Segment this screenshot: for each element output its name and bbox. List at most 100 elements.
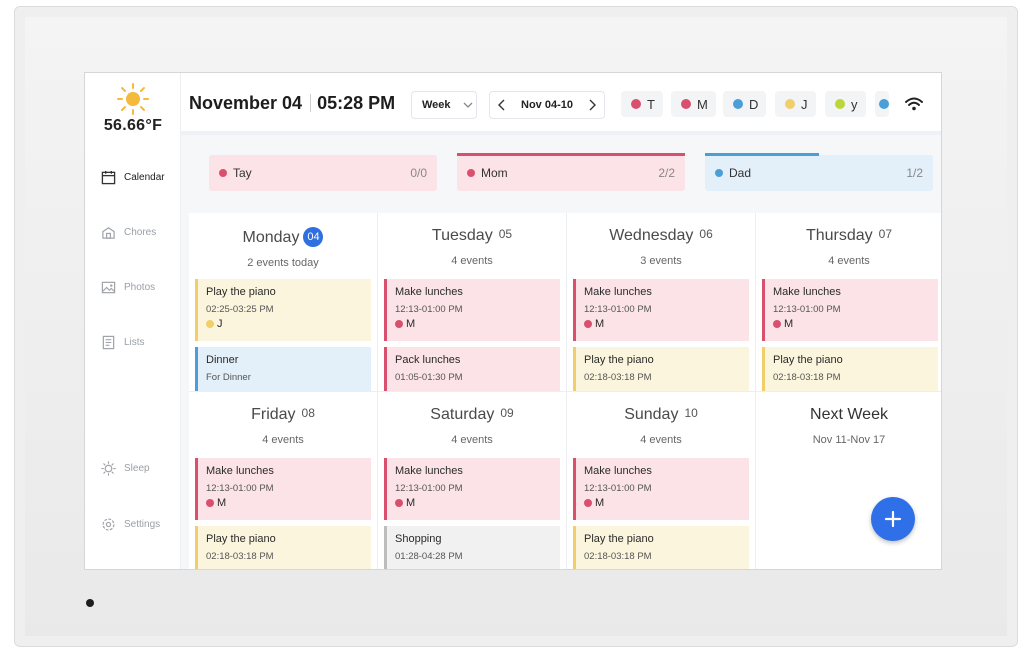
member-color-dot: [715, 169, 723, 177]
member-summary-tay[interactable]: Tay 0/0: [209, 155, 437, 191]
member-filter-t[interactable]: T: [621, 91, 663, 117]
day-name: Monday: [242, 229, 300, 246]
sidebar-item-label: Calendar: [124, 171, 165, 183]
sidebar-item-lists[interactable]: Lists: [93, 325, 175, 359]
gear-icon: [102, 517, 115, 531]
day-column-wednesday[interactable]: Wednesday 06 3 events Make lunches 12:13-…: [567, 213, 756, 392]
member-initial: T: [647, 96, 655, 112]
event-member: M: [217, 497, 227, 509]
event-title: Play the piano: [584, 354, 654, 366]
member-initial: y: [851, 96, 858, 112]
day-column-saturday[interactable]: Saturday 09 4 events Make lunches 12:13-0…: [378, 392, 567, 569]
event-time: 02:18-03:18 PM: [584, 372, 652, 383]
event-card[interactable]: Play the piano 02:25-03:25 PM J: [195, 279, 371, 341]
event-time: 12:13-01:00 PM: [584, 483, 652, 494]
view-select[interactable]: Week: [411, 91, 477, 119]
day-column-sunday[interactable]: Sunday 10 4 events Make lunches 12:13-01:…: [567, 392, 756, 569]
day-number: 09: [500, 406, 514, 420]
day-column-tuesday[interactable]: Tuesday 05 4 events Make lunches 12:13-01…: [378, 213, 567, 392]
member-filter-j[interactable]: J: [775, 91, 816, 117]
member-color-dot: [835, 99, 845, 109]
event-time: 02:18-03:18 PM: [206, 551, 274, 562]
sidebar-item-sleep[interactable]: Sleep: [93, 451, 175, 485]
progress-bar: [457, 153, 685, 156]
event-time: 01:28-04:28 PM: [395, 551, 463, 562]
sidebar-item-calendar[interactable]: Calendar: [93, 160, 175, 194]
sidebar: 56.66°F Calendar Chores Photos Lists Sle…: [85, 73, 181, 569]
event-card[interactable]: Make lunches 12:13-01:00 PM M: [573, 279, 749, 341]
member-initial: J: [801, 96, 808, 112]
member-color-dot: [467, 169, 475, 177]
sidebar-item-photos[interactable]: Photos: [93, 270, 175, 304]
event-note: For Dinner: [206, 372, 251, 383]
event-card[interactable]: Make lunches 12:13-01:00 PM M: [762, 279, 938, 341]
temperature: 56.66°F: [103, 117, 163, 134]
member-filter-d[interactable]: D: [723, 91, 767, 117]
member-summary-mom[interactable]: Mom 2/2: [457, 153, 685, 191]
chores-icon: [102, 226, 115, 239]
next-week-panel[interactable]: Next Week Nov 11-Nov 17: [756, 392, 941, 569]
event-card[interactable]: Play the piano 02:18-03:18 PM: [573, 347, 749, 391]
event-card[interactable]: Make lunches 12:13-01:00 PM M: [573, 458, 749, 520]
photos-icon: [101, 281, 116, 293]
event-member: M: [406, 497, 416, 509]
event-card[interactable]: Play the piano 02:18-03:18 PM: [762, 347, 938, 391]
event-title: Make lunches: [206, 465, 274, 477]
member-progress: 2/2: [658, 166, 675, 180]
sidebar-item-chores[interactable]: Chores: [93, 215, 175, 249]
day-number: 07: [878, 227, 893, 241]
day-column-thursday[interactable]: Thursday 07 4 events Make lunches 12:13-0…: [756, 213, 941, 392]
event-title: Make lunches: [584, 465, 652, 477]
event-member: J: [217, 318, 223, 330]
event-title: Make lunches: [773, 286, 841, 298]
member-filter-y[interactable]: y: [825, 91, 866, 117]
current-time: 05:28 PM: [317, 93, 396, 113]
event-card[interactable]: Make lunches 12:13-01:00 PM M: [384, 458, 560, 520]
event-card[interactable]: Play the piano 02:18-03:18 PM: [573, 526, 749, 569]
event-time: 02:18-03:18 PM: [773, 372, 841, 383]
member-initial: M: [697, 96, 708, 112]
day-column-monday[interactable]: Monday 04 2 events today Play the piano 0…: [189, 213, 378, 392]
wifi-icon: [905, 97, 923, 111]
member-initial: D: [749, 96, 759, 112]
day-number: 05: [498, 227, 513, 241]
calendar-icon: [101, 170, 116, 184]
chevron-left-icon[interactable]: [498, 99, 506, 111]
day-number: 10: [684, 406, 698, 420]
event-time: 12:13-01:00 PM: [773, 304, 841, 315]
member-color-dot: [395, 320, 403, 328]
member-filter-more[interactable]: [875, 91, 889, 117]
event-card[interactable]: Make lunches 12:13-01:00 PM M: [384, 279, 560, 341]
event-title: Dinner: [206, 354, 239, 366]
add-event-button[interactable]: [871, 497, 915, 541]
event-title: Play the piano: [206, 533, 276, 545]
member-color-dot: [681, 99, 691, 109]
event-card[interactable]: Play the piano 02:18-03:18 PM: [195, 526, 371, 569]
event-card[interactable]: Shopping 01:28-04:28 PM: [384, 526, 560, 569]
next-week-title: Next Week: [810, 406, 888, 423]
day-name: Wednesday: [609, 227, 694, 244]
member-color-dot: [584, 320, 592, 328]
sidebar-item-label: Sleep: [124, 462, 150, 474]
chevron-right-icon[interactable]: [588, 99, 596, 111]
header: November 04 05:28 PM Week Nov 04-10 T M D…: [181, 73, 941, 135]
event-card[interactable]: Make lunches 12:13-01:00 PM M: [195, 458, 371, 520]
member-color-dot: [206, 499, 214, 507]
event-card[interactable]: Dinner For Dinner: [195, 347, 371, 391]
day-column-friday[interactable]: Friday 08 4 events Make lunches 12:13-01:…: [189, 392, 378, 569]
date-time: November 04 05:28 PM: [189, 93, 395, 114]
member-color-dot: [219, 169, 227, 177]
event-member: M: [406, 318, 416, 330]
event-title: Play the piano: [584, 533, 654, 545]
event-title: Shopping: [395, 533, 442, 545]
member-summary-dad[interactable]: Dad 1/2: [705, 153, 933, 191]
member-filter-m[interactable]: M: [671, 91, 716, 117]
day-name: Tuesday: [431, 227, 493, 244]
sidebar-item-label: Lists: [124, 336, 145, 348]
event-time: 12:13-01:00 PM: [395, 304, 463, 315]
event-time: 12:13-01:00 PM: [206, 483, 274, 494]
member-progress: 0/0: [410, 166, 427, 180]
event-card[interactable]: Pack lunches 01:05-01:30 PM: [384, 347, 560, 391]
member-name: Tay: [233, 166, 252, 180]
sidebar-item-settings[interactable]: Settings: [93, 507, 175, 541]
